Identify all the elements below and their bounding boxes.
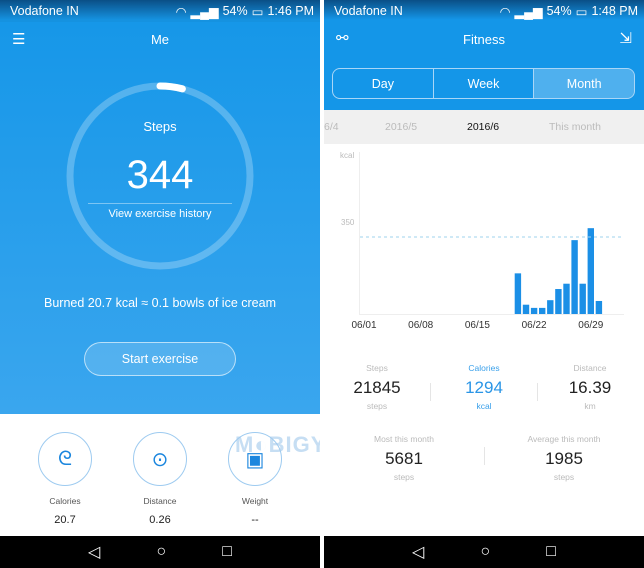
flame-icon: ᘓ xyxy=(38,432,92,486)
bar-06/20 xyxy=(514,273,522,314)
start-exercise-button[interactable]: Start exercise xyxy=(84,342,236,376)
summary-most: Most this month 5681 steps xyxy=(354,434,454,482)
steps-label: Steps xyxy=(143,119,177,134)
tile-label: Calories xyxy=(49,496,81,506)
wifi-icon: ◠ xyxy=(499,4,511,19)
bar-06/25 xyxy=(555,289,562,314)
nav-bar: ◁ ○ □ xyxy=(324,536,644,568)
tab-week[interactable]: Week xyxy=(434,69,535,98)
page-title: Me xyxy=(150,32,170,47)
stat-label: Distance xyxy=(573,363,607,373)
bar-06/30 xyxy=(595,300,603,314)
stat-value: 16.39 xyxy=(568,378,612,397)
page-title: Fitness xyxy=(463,32,505,47)
bar-06/27 xyxy=(571,240,578,314)
period-tabs: Day Week Month xyxy=(332,68,635,99)
y-tick-label: 350 xyxy=(341,218,355,227)
stat-unit: steps xyxy=(366,401,388,411)
month-item[interactable]: 6/4 xyxy=(324,121,339,133)
stat-unit: kcal xyxy=(476,401,492,411)
home-icon[interactable]: ○ xyxy=(156,543,166,561)
stat-unit: km xyxy=(584,401,596,411)
exercise-history-link[interactable]: View exercise history xyxy=(0,208,320,220)
bar-06/28 xyxy=(579,283,586,314)
month-item[interactable]: This month xyxy=(549,121,601,133)
tile-label: Distance xyxy=(143,496,177,506)
carrier: Vodafone IN xyxy=(10,4,79,18)
separator xyxy=(537,383,538,401)
summary-unit: steps xyxy=(393,472,415,482)
battery-level: 54% xyxy=(546,4,572,18)
calories-bar-chart: kcal 350 06/01 06/08 06/15 06/22 06/29 xyxy=(340,151,624,331)
tab-month[interactable]: Month xyxy=(534,69,634,98)
x-tick-label: 06/29 xyxy=(578,320,603,331)
x-tick-label: 06/22 xyxy=(522,320,547,331)
stat-value: 1294 xyxy=(465,378,503,397)
x-tick-label: 06/15 xyxy=(465,320,490,331)
separator xyxy=(430,383,431,401)
burned-summary: Burned 20.7 kcal ≈ 0.1 bowls of ice crea… xyxy=(44,296,276,310)
month-selector: 6/4 2016/5 2016/6 This month xyxy=(324,110,644,144)
home-icon[interactable]: ○ xyxy=(480,543,490,561)
battery-level: 54% xyxy=(222,4,248,18)
bar-06/23 xyxy=(539,307,546,314)
nav-bar: ◁ ○ □ xyxy=(0,536,320,568)
tile-distance[interactable]: ⊙ Distance 0.26 xyxy=(133,432,187,526)
stat-label: Steps xyxy=(366,363,388,373)
stat-steps: Steps 21845 steps xyxy=(327,363,427,411)
bar-06/24 xyxy=(547,300,554,314)
tile-value: 0.26 xyxy=(149,514,171,526)
collapse-icon[interactable]: ⇲ xyxy=(619,29,632,47)
bar-06/21 xyxy=(522,304,530,314)
stat-distance: Distance 16.39 km xyxy=(540,363,640,411)
tile-value: -- xyxy=(251,514,259,526)
summary-unit: steps xyxy=(553,472,575,482)
tile-value: 20.7 xyxy=(54,514,76,526)
month-item[interactable]: 2016/5 xyxy=(385,121,417,133)
stat-value: 21845 xyxy=(353,378,401,397)
location-pin-icon: ⊙ xyxy=(133,432,187,486)
steps-value: 344 xyxy=(126,153,194,197)
bar-06/26 xyxy=(563,283,570,314)
signal-icon: ▂▄▆ xyxy=(514,4,543,19)
y-axis-label: kcal xyxy=(340,151,354,160)
back-icon[interactable]: ◁ xyxy=(88,542,100,562)
tile-calories[interactable]: ᘓ Calories 20.7 xyxy=(38,432,92,526)
summary-label: Average this month xyxy=(527,434,601,444)
watermark: M◐BIGYAAN xyxy=(235,432,320,457)
battery-icon: ▭ xyxy=(251,4,264,19)
x-tick-label: 06/01 xyxy=(351,320,376,331)
fitness-screen: Vodafone IN ◠ ▂▄▆ 54% ▭ 1:48 PM ⚯ Fitnes… xyxy=(324,0,644,568)
stat-label: Calories xyxy=(468,363,500,373)
separator xyxy=(88,203,232,204)
summary-label: Most this month xyxy=(374,434,434,444)
separator xyxy=(484,447,485,465)
tab-day[interactable]: Day xyxy=(333,69,434,98)
carrier: Vodafone IN xyxy=(334,4,403,18)
bar-06/29 xyxy=(587,228,594,314)
status-bar: Vodafone IN ◠ ▂▄▆ 54% ▭ 1:48 PM xyxy=(324,0,644,22)
battery-icon: ▭ xyxy=(575,4,588,19)
clock: 1:48 PM xyxy=(591,4,638,18)
recents-icon[interactable]: □ xyxy=(222,543,232,561)
stat-calories: Calories 1294 kcal xyxy=(434,363,534,411)
summary-average: Average this month 1985 steps xyxy=(514,434,614,482)
status-bar: Vodafone IN ◠ ▂▄▆ 54% ▭ 1:46 PM xyxy=(0,0,320,22)
summary-value: 1985 xyxy=(545,449,583,468)
bar-06/22 xyxy=(530,307,538,314)
me-screen: Vodafone IN ◠ ▂▄▆ 54% ▭ 1:46 PM ☰ Me Ste… xyxy=(0,0,320,568)
back-icon[interactable]: ◁ xyxy=(412,542,424,562)
clock: 1:46 PM xyxy=(267,4,314,18)
wifi-icon: ◠ xyxy=(175,4,187,19)
tile-label: Weight xyxy=(241,496,269,506)
x-tick-label: 06/08 xyxy=(408,320,433,331)
recents-icon[interactable]: □ xyxy=(546,543,556,561)
month-item-selected[interactable]: 2016/6 xyxy=(467,121,499,133)
signal-icon: ▂▄▆ xyxy=(190,4,219,19)
summary-value: 5681 xyxy=(385,449,423,468)
